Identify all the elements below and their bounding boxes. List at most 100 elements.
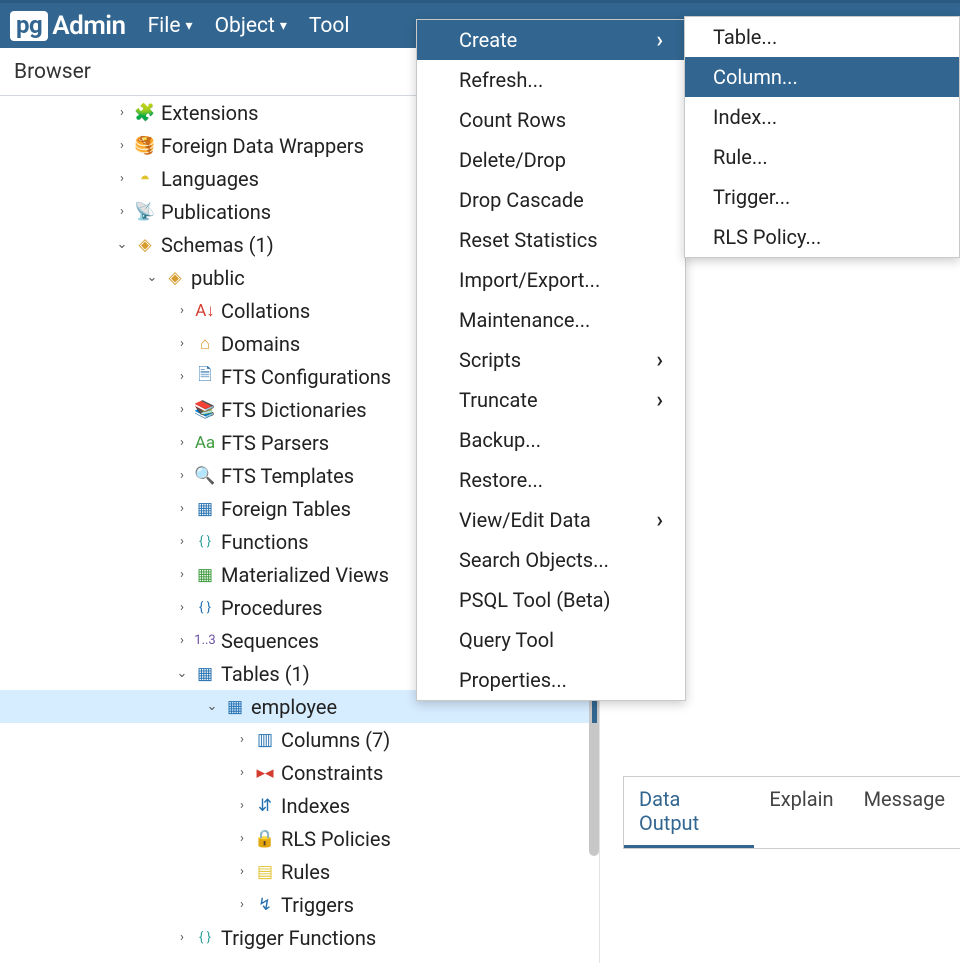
context-menu-label: RLS Policy... — [713, 225, 821, 249]
context-menu-label: Scripts — [459, 348, 521, 372]
context-menu-item[interactable]: Count Rows — [417, 100, 685, 140]
tree-caret-icon[interactable]: › — [174, 435, 190, 450]
tree-node-icon: 🧩 — [134, 102, 156, 124]
tree-item[interactable]: ›▤Rules — [0, 855, 599, 888]
context-menu-label: Count Rows — [459, 108, 566, 132]
tree-caret-icon[interactable]: › — [114, 171, 130, 186]
tree-item[interactable]: › 🔒RLS Policies — [0, 822, 599, 855]
context-menu-item[interactable]: Index... — [685, 97, 959, 137]
tree-caret-icon[interactable]: › — [174, 402, 190, 417]
context-menu-item[interactable]: Import/Export... — [417, 260, 685, 300]
tree-node-label: employee — [251, 695, 337, 719]
tree-node-icon: ▦ — [194, 564, 216, 586]
context-menu-label: Column... — [713, 65, 798, 89]
tree-item[interactable]: ›▸◂Constraints — [0, 756, 599, 789]
tree-node-icon: ▦ — [224, 696, 246, 718]
tree-caret-icon[interactable]: › — [174, 567, 190, 582]
browser-title: Browser — [14, 60, 91, 84]
tree-caret-icon[interactable]: ⌄ — [144, 270, 160, 285]
tree-node-label: Sequences — [221, 629, 319, 653]
tree-caret-icon[interactable]: › — [234, 765, 250, 780]
tree-node-label: Trigger Functions — [221, 926, 376, 950]
context-menu-item[interactable]: Reset Statistics — [417, 220, 685, 260]
context-menu-label: Import/Export... — [459, 268, 600, 292]
context-menu-item[interactable]: Truncate — [417, 380, 685, 420]
tree-node-icon: ◈ — [164, 267, 186, 289]
context-menu-item[interactable]: Delete/Drop — [417, 140, 685, 180]
tree-item[interactable]: › ↯Triggers — [0, 888, 599, 921]
tree-node-label: RLS Policies — [281, 827, 391, 851]
tree-node-label: Foreign Tables — [221, 497, 351, 521]
context-menu-label: Table... — [713, 25, 777, 49]
tree-node-icon: { } — [194, 597, 216, 619]
context-menu-item[interactable]: Search Objects... — [417, 540, 685, 580]
tree-node-icon: A↓ — [194, 300, 216, 322]
tab-data-output[interactable]: Data Output — [624, 777, 754, 848]
tree-caret-icon[interactable]: ⌄ — [174, 666, 190, 681]
tree-item[interactable]: ›▥Columns (7) — [0, 723, 599, 756]
context-menu-label: Query Tool — [459, 628, 554, 652]
context-menu-item[interactable]: Table... — [685, 17, 959, 57]
context-menu-item[interactable]: Column... — [685, 57, 959, 97]
tree-caret-icon[interactable]: › — [174, 369, 190, 384]
tree-caret-icon[interactable]: › — [174, 600, 190, 615]
tree-item[interactable]: › ⇵Indexes — [0, 789, 599, 822]
tree-caret-icon[interactable]: › — [174, 303, 190, 318]
context-menu-item[interactable]: Scripts — [417, 340, 685, 380]
context-menu-item[interactable]: RLS Policy... — [685, 217, 959, 257]
tree-node-label: Indexes — [281, 794, 350, 818]
context-menu-item[interactable]: Query Tool — [417, 620, 685, 660]
context-menu-item[interactable]: Refresh... — [417, 60, 685, 100]
menu-tools[interactable]: Tool — [309, 14, 350, 38]
tree-caret-icon[interactable]: › — [174, 930, 190, 945]
tree-caret-icon[interactable]: › — [114, 105, 130, 120]
menu-file[interactable]: File — [148, 14, 193, 38]
tree-caret-icon[interactable]: › — [234, 798, 250, 813]
tree-item[interactable]: › { }Trigger Functions — [0, 921, 599, 954]
tree-caret-icon[interactable]: › — [174, 534, 190, 549]
context-menu-item[interactable]: Backup... — [417, 420, 685, 460]
tree-caret-icon[interactable]: › — [114, 138, 130, 153]
context-menu-label: Maintenance... — [459, 308, 590, 332]
tree-caret-icon[interactable]: › — [234, 864, 250, 879]
tree-node-label: Extensions — [161, 101, 258, 125]
tab-explain[interactable]: Explain — [754, 777, 848, 848]
tree-caret-icon[interactable]: › — [174, 468, 190, 483]
context-menu-label: Rule... — [713, 145, 768, 169]
tree-caret-icon[interactable]: › — [234, 897, 250, 912]
context-menu-item[interactable]: PSQL Tool (Beta) — [417, 580, 685, 620]
tree-caret-icon[interactable]: › — [174, 501, 190, 516]
tree-node-label: Procedures — [221, 596, 323, 620]
tree-node-label: FTS Dictionaries — [221, 398, 367, 422]
context-menu-item[interactable]: Restore... — [417, 460, 685, 500]
context-menu-item[interactable]: View/Edit Data — [417, 500, 685, 540]
tree-node-label: public — [191, 266, 245, 290]
tree-node-label: Languages — [161, 167, 259, 191]
tree-node-label: Tables (1) — [221, 662, 310, 686]
tree-node-icon: 🔒 — [254, 828, 276, 850]
tree-caret-icon[interactable]: ⌄ — [204, 699, 220, 714]
context-menu-item[interactable]: Trigger... — [685, 177, 959, 217]
tree-node-label: Triggers — [281, 893, 354, 917]
tree-caret-icon[interactable]: › — [234, 732, 250, 747]
tab-messages[interactable]: Message — [849, 777, 960, 848]
context-menu-label: Index... — [713, 105, 777, 129]
tree-node-label: Domains — [221, 332, 300, 356]
tree-node-label: Columns (7) — [281, 728, 390, 752]
tree-node-icon: { } — [194, 927, 216, 949]
tree-caret-icon[interactable]: › — [174, 633, 190, 648]
context-menu-label: Reset Statistics — [459, 228, 598, 252]
context-menu-item[interactable]: Create — [417, 20, 685, 60]
menu-object[interactable]: Object — [215, 14, 287, 38]
context-menu-item[interactable]: Rule... — [685, 137, 959, 177]
context-menu-item[interactable]: Maintenance... — [417, 300, 685, 340]
context-menu-item[interactable]: Properties... — [417, 660, 685, 700]
tree-caret-icon[interactable]: ⌄ — [114, 237, 130, 252]
tree-caret-icon[interactable]: › — [114, 204, 130, 219]
tree-caret-icon[interactable]: › — [174, 336, 190, 351]
tree-node-icon: ↯ — [254, 894, 276, 916]
tree-node-icon: ⇵ — [254, 795, 276, 817]
tree-caret-icon[interactable]: › — [234, 831, 250, 846]
tree-node-label: Foreign Data Wrappers — [161, 134, 364, 158]
context-menu-item[interactable]: Drop Cascade — [417, 180, 685, 220]
